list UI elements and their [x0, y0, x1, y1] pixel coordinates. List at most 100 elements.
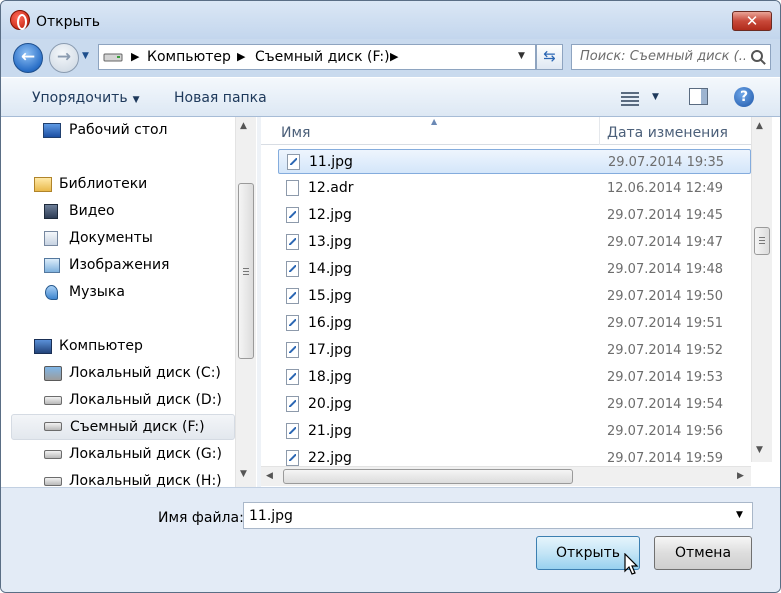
file-list-scrollbar[interactable]: ▲ ▼: [751, 117, 772, 462]
table-row[interactable]: 12.adr 12.06.2014 12:49: [278, 176, 751, 201]
navigation-bar: ← → ▼ ▶ Компьютер ▶ Съемный диск (F:) ▶ …: [1, 39, 780, 77]
table-row[interactable]: 13.jpg 29.07.2014 19:47: [278, 230, 751, 255]
open-file-dialog: Открыть ✕ ← → ▼ ▶ Компьютер ▶ Съемный ди…: [0, 0, 781, 593]
table-row[interactable]: 14.jpg 29.07.2014 19:48: [278, 257, 751, 282]
sidebar-item-drive-c[interactable]: Локальный диск (C:): [41, 362, 231, 386]
grip-icon: [243, 271, 249, 272]
file-name: 12.adr: [308, 180, 354, 196]
sidebar-item-drive-f[interactable]: Съемный диск (F:): [11, 414, 235, 440]
back-button[interactable]: ←: [13, 43, 43, 73]
cancel-button[interactable]: Отмена: [654, 536, 752, 570]
filename-label: Имя файла:: [158, 510, 244, 526]
close-button[interactable]: ✕: [732, 11, 772, 31]
image-file-icon: [286, 261, 299, 277]
file-list: ▲ Имя Дата изменения 11.jpg 29.07.2014 19…: [261, 117, 780, 487]
file-name: 12.jpg: [308, 207, 352, 223]
system-drive-icon: [44, 366, 62, 381]
table-row[interactable]: 11.jpg 29.07.2014 19:35: [278, 149, 751, 174]
grip-icon: [243, 274, 249, 275]
scroll-up-icon[interactable]: ▲: [756, 121, 763, 131]
sidebar-item-label: Документы: [69, 230, 153, 246]
sidebar-item-label: Локальный диск (H:): [69, 473, 222, 487]
sidebar-item-music[interactable]: Музыка: [41, 281, 231, 305]
breadcrumb-separator-icon[interactable]: ▶: [131, 50, 139, 63]
file-date: 29.07.2014 19:54: [607, 397, 724, 412]
table-row[interactable]: 15.jpg 29.07.2014 19:50: [278, 284, 751, 309]
scroll-down-icon[interactable]: ▼: [756, 445, 763, 455]
horizontal-scroll-thumb[interactable]: [283, 469, 573, 484]
sidebar-item-label: Съемный диск (F:): [70, 419, 205, 435]
grip-icon: [759, 240, 765, 241]
file-date: 29.07.2014 19:51: [607, 316, 724, 331]
horizontal-scrollbar[interactable]: ◀ ▶: [261, 466, 751, 486]
column-name[interactable]: Имя: [281, 125, 310, 141]
search-box[interactable]: Поиск: Съемный диск (...: [571, 44, 771, 70]
table-row[interactable]: 21.jpg 29.07.2014 19:56: [278, 419, 751, 444]
scroll-left-icon[interactable]: ◀: [266, 471, 273, 481]
music-icon: [45, 285, 58, 300]
sidebar-item-computer[interactable]: Компьютер: [31, 335, 231, 359]
sidebar-item-video[interactable]: Видео: [41, 200, 231, 224]
sidebar-item-libraries[interactable]: Библиотеки: [31, 173, 231, 197]
refresh-button[interactable]: ⇆: [536, 44, 563, 70]
image-file-icon: [286, 450, 299, 466]
new-folder-button[interactable]: Новая папка: [174, 90, 267, 106]
breadcrumb-computer[interactable]: Компьютер: [147, 49, 231, 65]
image-file-icon: [286, 423, 299, 439]
table-row[interactable]: 17.jpg 29.07.2014 19:52: [278, 338, 751, 363]
table-row[interactable]: 20.jpg 29.07.2014 19:54: [278, 392, 751, 417]
sidebar-scroll-thumb[interactable]: [238, 183, 254, 359]
file-date: 29.07.2014 19:56: [607, 424, 724, 439]
sidebar-item-drive-d[interactable]: Локальный диск (D:): [41, 389, 231, 413]
filename-dropdown-icon[interactable]: ▼: [736, 510, 743, 520]
sidebar-scrollbar[interactable]: ▲ ▼: [235, 117, 256, 487]
table-row[interactable]: 16.jpg 29.07.2014 19:51: [278, 311, 751, 336]
sidebar-item-label: Рабочий стол: [69, 122, 168, 138]
organize-label: Упорядочить: [32, 90, 128, 106]
forward-button[interactable]: →: [49, 43, 79, 73]
file-list-scroll-thumb[interactable]: [754, 227, 770, 255]
breadcrumb-separator-icon[interactable]: ▶: [390, 50, 398, 63]
chevron-down-icon: ▼: [132, 95, 140, 105]
sidebar-item-label: Компьютер: [59, 338, 143, 354]
search-icon[interactable]: [751, 50, 763, 62]
address-bar[interactable]: ▶ Компьютер ▶ Съемный диск (F:) ▶ ▼: [98, 44, 536, 70]
sidebar-item-drive-h[interactable]: Локальный диск (H:): [41, 470, 231, 487]
scroll-down-icon[interactable]: ▼: [240, 469, 247, 479]
file-date: 12.06.2014 12:49: [607, 181, 724, 196]
view-dropdown-icon[interactable]: ▼: [652, 92, 659, 102]
video-icon: [44, 204, 58, 219]
column-divider[interactable]: [599, 117, 600, 145]
column-date-modified[interactable]: Дата изменения: [607, 125, 728, 141]
file-name: 16.jpg: [308, 315, 352, 331]
sidebar-item-images[interactable]: Изображения: [41, 254, 231, 278]
breadcrumb-removable-drive[interactable]: Съемный диск (F:): [255, 49, 390, 65]
sort-ascending-icon: ▲: [431, 117, 438, 126]
image-file-icon: [286, 288, 299, 304]
file-name: 15.jpg: [308, 288, 352, 304]
navigation-pane: Рабочий стол Библиотеки Видео Документы …: [1, 117, 257, 487]
view-options-icon[interactable]: [621, 90, 639, 106]
drive-icon: [44, 450, 62, 459]
help-icon[interactable]: ?: [734, 87, 754, 107]
filename-input[interactable]: [243, 502, 753, 529]
table-row[interactable]: 18.jpg 29.07.2014 19:53: [278, 365, 751, 390]
grip-icon: [759, 243, 765, 244]
table-row[interactable]: 12.jpg 29.07.2014 19:45: [278, 203, 751, 228]
file-name: 21.jpg: [308, 423, 352, 439]
scroll-right-icon[interactable]: ▶: [737, 471, 744, 481]
scroll-up-icon[interactable]: ▲: [240, 121, 247, 131]
organize-button[interactable]: Упорядочить ▼: [32, 90, 140, 106]
preview-pane-icon[interactable]: [689, 88, 708, 105]
opera-app-icon: [10, 10, 30, 30]
history-dropdown-icon[interactable]: ▼: [82, 51, 94, 63]
command-bar: Упорядочить ▼ Новая папка ▼ ?: [1, 77, 780, 117]
sidebar-item-desktop[interactable]: Рабочий стол: [41, 119, 231, 143]
sidebar-item-label: Изображения: [69, 257, 170, 273]
breadcrumb-separator-icon[interactable]: ▶: [237, 50, 245, 63]
address-dropdown-icon[interactable]: ▼: [518, 51, 525, 61]
sidebar-item-documents[interactable]: Документы: [41, 227, 231, 251]
file-date: 29.07.2014 19:53: [607, 370, 724, 385]
search-placeholder[interactable]: Поиск: Съемный диск (...: [580, 49, 745, 64]
sidebar-item-drive-g[interactable]: Локальный диск (G:): [41, 443, 231, 467]
